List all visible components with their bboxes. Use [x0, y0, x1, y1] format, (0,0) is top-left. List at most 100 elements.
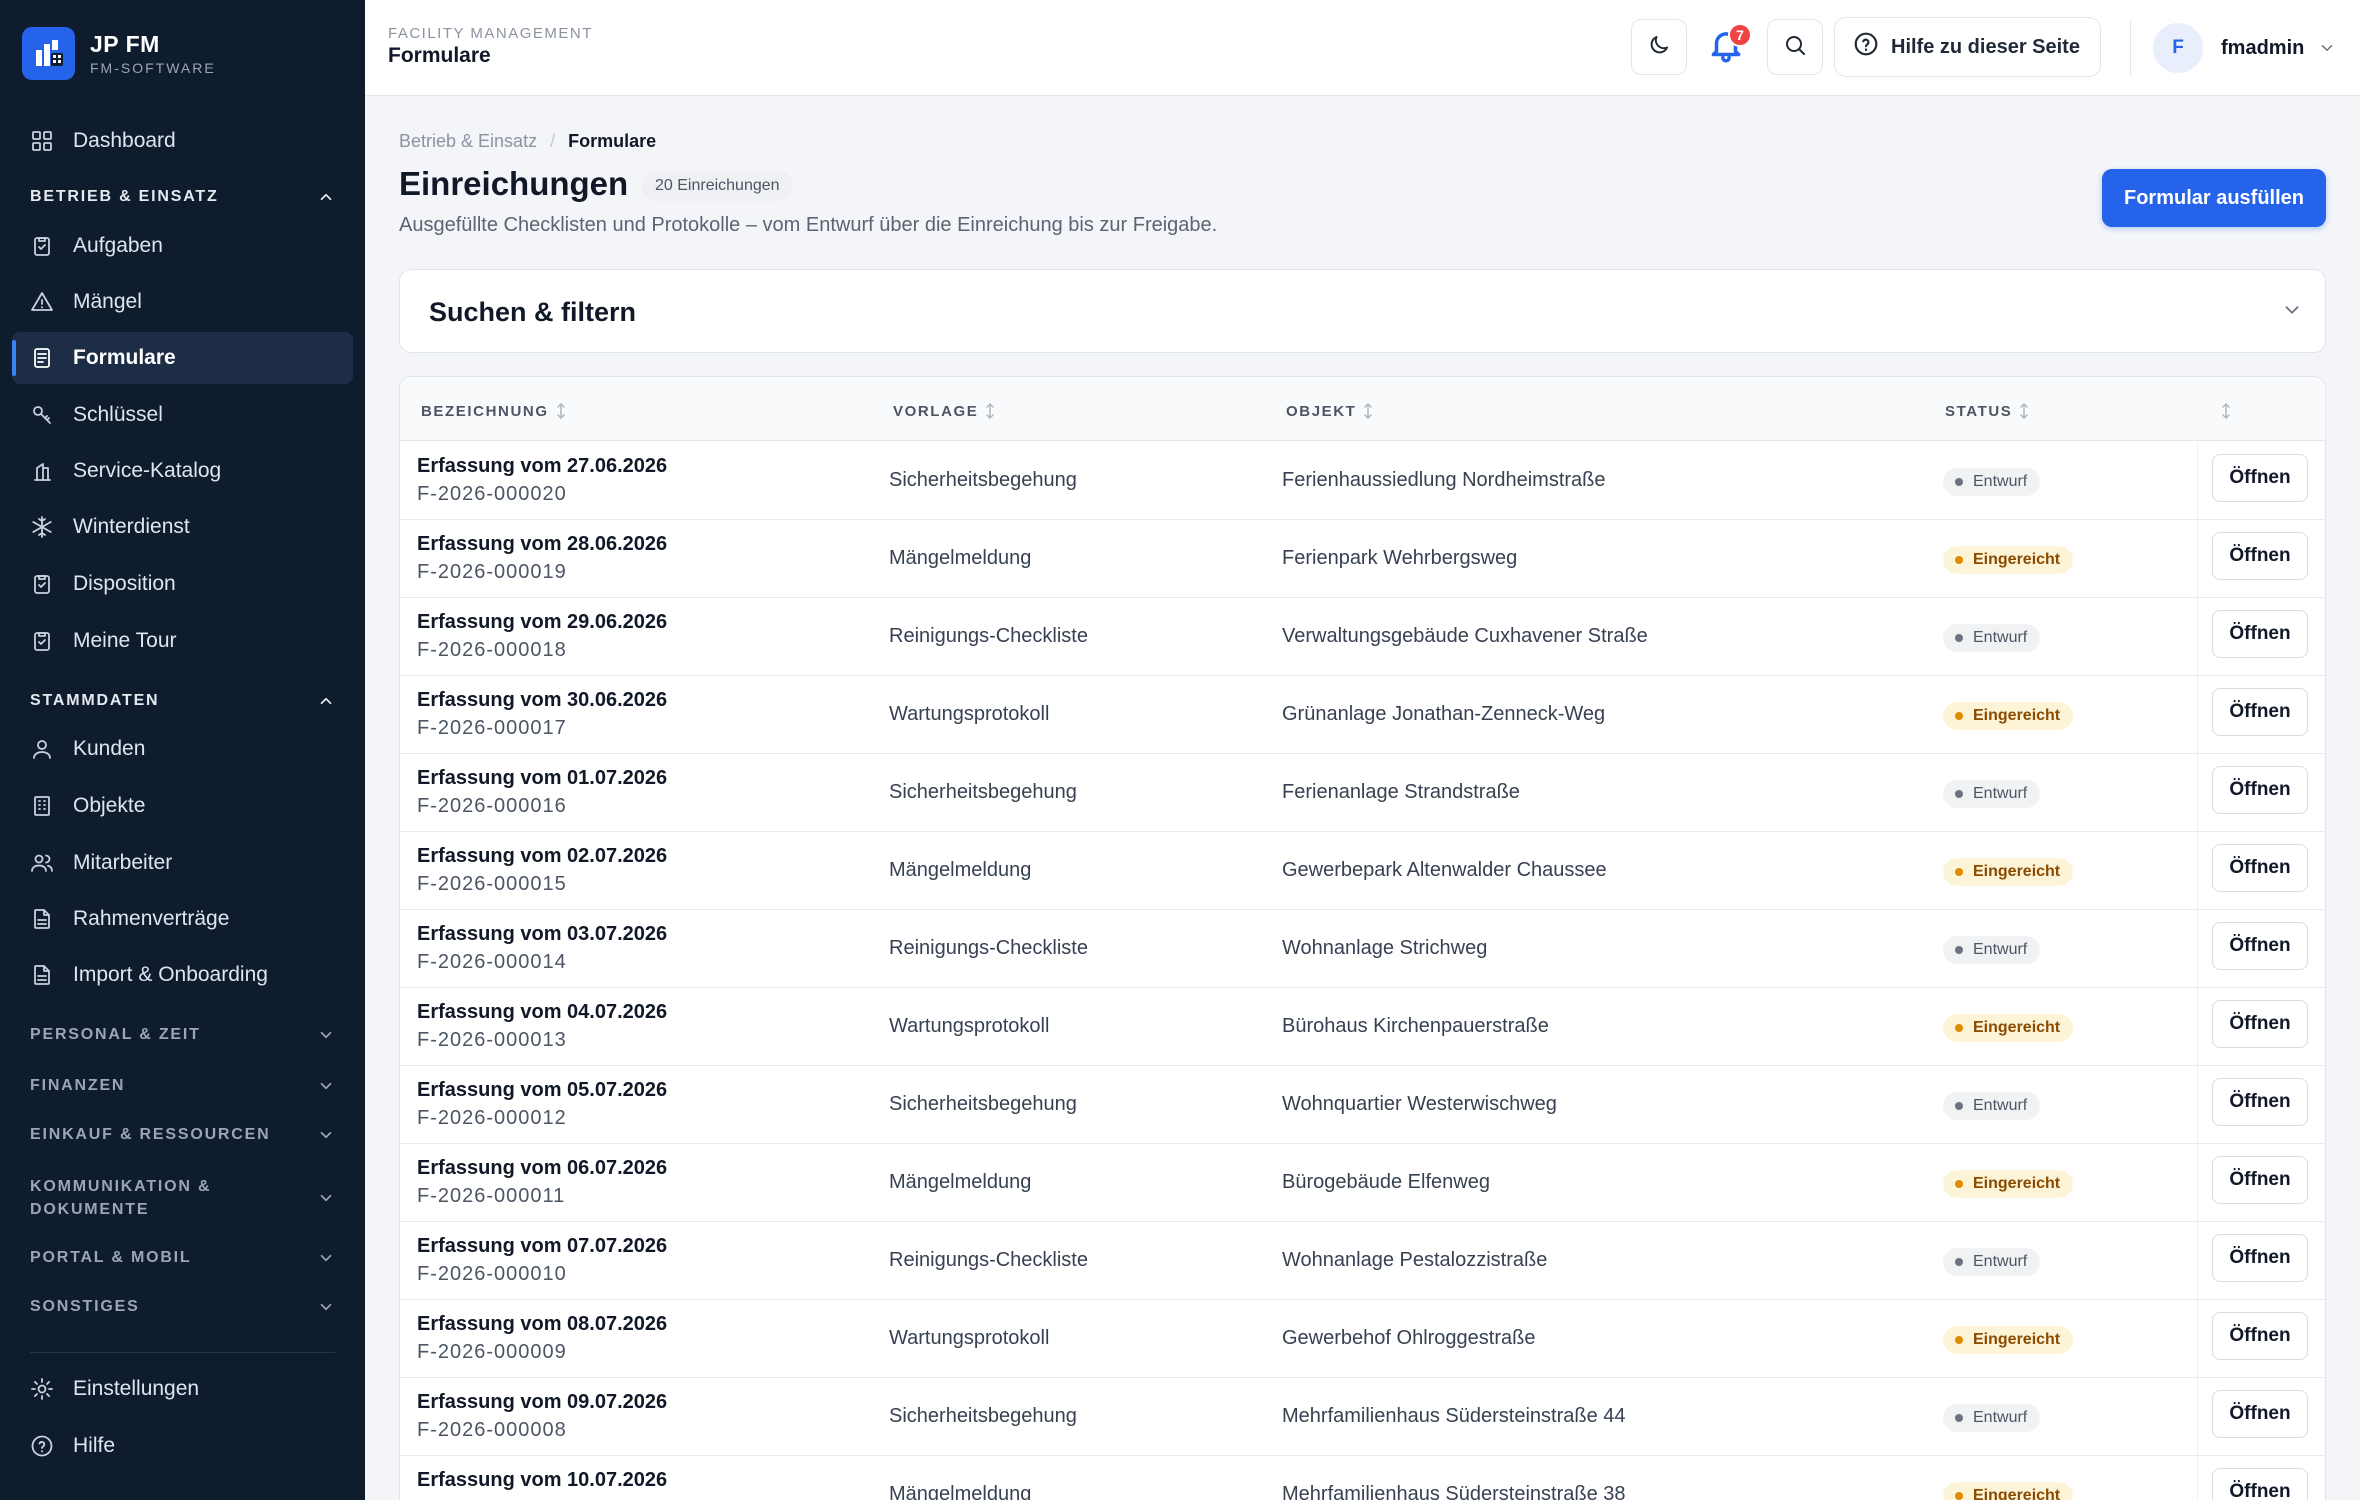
- sidebar-item-formulare[interactable]: Formulare: [12, 332, 353, 384]
- status-label: Eingereicht: [1973, 1019, 2061, 1036]
- sidebar-item-rahmenvertraege[interactable]: Rahmenverträge: [12, 893, 353, 945]
- column-header-objekt[interactable]: OBJEKT: [1286, 401, 1374, 421]
- submission-code: F-2026-000018: [417, 639, 567, 661]
- property-name: Mehrfamilienhaus Südersteinstraße 38: [1282, 1483, 1626, 1500]
- page-help-button[interactable]: Hilfe zu dieser Seite: [1834, 17, 2101, 77]
- open-button[interactable]: Öffnen: [2197, 989, 2308, 1067]
- section-portal-mobil[interactable]: PORTAL & MOBIL: [30, 1249, 335, 1267]
- template-name: Mängelmeldung: [889, 547, 1032, 569]
- section-label: PERSONAL & ZEIT: [30, 1026, 201, 1043]
- submission-code: F-2026-000012: [417, 1107, 567, 1129]
- table-row[interactable]: Erfassung vom 08.07.2026 F-2026-000009 War…: [400, 1300, 2325, 1379]
- section-einkauf-ressourcen[interactable]: EINKAUF & RESSOURCEN: [30, 1126, 335, 1144]
- template-name: Mängelmeldung: [889, 859, 1032, 881]
- search-button[interactable]: [1767, 19, 1823, 75]
- sidebar-item-aufgaben[interactable]: Aufgaben: [12, 220, 353, 272]
- sidebar-item-label: Import & Onboarding: [73, 963, 268, 986]
- open-button[interactable]: Öffnen: [2197, 911, 2308, 989]
- sidebar-item-schluessel[interactable]: Schlüssel: [12, 389, 353, 441]
- table-row[interactable]: Erfassung vom 09.07.2026 F-2026-000008 Sic…: [400, 1378, 2325, 1457]
- sidebar-item-maengel[interactable]: Mängel: [12, 276, 353, 328]
- section-betrieb-einsatz[interactable]: BETRIEB & EINSATZ: [30, 188, 335, 206]
- table-row[interactable]: Erfassung vom 04.07.2026 F-2026-000013 War…: [400, 988, 2325, 1067]
- brand[interactable]: JP FM FM-SOFTWARE: [22, 26, 216, 80]
- open-button[interactable]: Öffnen: [2197, 599, 2308, 677]
- filter-panel[interactable]: Suchen & filtern: [399, 269, 2326, 353]
- section-personal-zeit[interactable]: PERSONAL & ZEIT: [30, 1026, 335, 1044]
- sidebar-item-service-katalog[interactable]: Service-Katalog: [12, 445, 353, 497]
- open-button[interactable]: Öffnen: [2197, 1067, 2308, 1145]
- notifications-button[interactable]: 7: [1698, 19, 1754, 75]
- submission-code: F-2026-000009: [417, 1341, 567, 1363]
- sidebar-item-label: Hilfe: [73, 1434, 116, 1457]
- chevron-up-icon: [317, 188, 335, 206]
- status-badge: Entwurf: [1943, 1248, 2041, 1276]
- table-row[interactable]: Erfassung vom 07.07.2026 F-2026-000010 Rei…: [400, 1222, 2325, 1301]
- sidebar-item-mitarbeiter[interactable]: Mitarbeiter: [12, 837, 353, 889]
- table-row[interactable]: Erfassung vom 05.07.2026 F-2026-000012 Sic…: [400, 1066, 2325, 1145]
- sidebar-item-hilfe[interactable]: Hilfe: [12, 1420, 353, 1472]
- sidebar-item-einstellungen[interactable]: Einstellungen: [12, 1363, 353, 1415]
- table-row[interactable]: Erfassung vom 02.07.2026 F-2026-000015 Män…: [400, 832, 2325, 911]
- column-header-vorlage[interactable]: VORLAGE: [893, 401, 996, 421]
- sidebar-item-disposition[interactable]: Disposition: [12, 558, 353, 610]
- submissions-table: BEZEICHNUNG VORLAGE OBJEKT STATUS Erfass…: [399, 376, 2326, 1500]
- table-row[interactable]: Erfassung vom 06.07.2026 F-2026-000011 Män…: [400, 1144, 2325, 1223]
- open-button[interactable]: Öffnen: [2197, 1457, 2308, 1500]
- column-header-actions[interactable]: [2214, 401, 2232, 421]
- column-header-status[interactable]: STATUS: [1945, 401, 2030, 421]
- open-button[interactable]: Öffnen: [2197, 833, 2308, 911]
- property-name: Grünanlage Jonathan-Zenneck-Weg: [1282, 703, 1606, 725]
- moon-icon: [1647, 33, 1671, 62]
- table-row[interactable]: Erfassung vom 30.06.2026 F-2026-000017 War…: [400, 676, 2325, 755]
- section-sonstiges[interactable]: SONSTIGES: [30, 1298, 335, 1316]
- status-badge: Entwurf: [1943, 468, 2041, 496]
- open-button[interactable]: Öffnen: [2197, 1145, 2308, 1223]
- property-name: Mehrfamilienhaus Südersteinstraße 44: [1282, 1405, 1626, 1427]
- user-menu[interactable]: F fmadmin: [2153, 20, 2336, 76]
- page-subtitle: Ausgefüllte Checklisten und Protokolle –…: [399, 214, 1218, 236]
- fill-form-button[interactable]: Formular ausfüllen: [2102, 169, 2326, 227]
- section-finanzen[interactable]: FINANZEN: [30, 1077, 335, 1095]
- sidebar-item-import-onboarding[interactable]: Import & Onboarding: [12, 949, 353, 1001]
- open-button[interactable]: Öffnen: [2197, 677, 2308, 755]
- breadcrumb: Betrieb & Einsatz / Formulare: [399, 131, 656, 152]
- sidebar-item-meine-tour[interactable]: Meine Tour: [12, 615, 353, 667]
- table-row[interactable]: Erfassung vom 29.06.2026 F-2026-000018 Rei…: [400, 598, 2325, 677]
- template-name: Mängelmeldung: [889, 1171, 1032, 1193]
- theme-toggle-button[interactable]: [1631, 19, 1687, 75]
- property-name: Ferienhaussiedlung Nordheimstraße: [1282, 469, 1606, 491]
- open-button[interactable]: Öffnen: [2197, 1301, 2308, 1379]
- submission-code: F-2026-000019: [417, 561, 567, 583]
- table-row[interactable]: Erfassung vom 28.06.2026 F-2026-000019 Män…: [400, 520, 2325, 599]
- template-name: Reinigungs-Checkliste: [889, 937, 1088, 959]
- sidebar-item-winterdienst[interactable]: Winterdienst: [12, 501, 353, 553]
- brand-subtitle: FM-SOFTWARE: [90, 59, 216, 76]
- table-row[interactable]: Erfassung vom 03.07.2026 F-2026-000014 Rei…: [400, 910, 2325, 989]
- table-row[interactable]: Erfassung vom 10.07.2026F-2026-000007Män…: [400, 1456, 2325, 1500]
- sort-icon: [2220, 401, 2232, 421]
- sidebar-item-dashboard[interactable]: Dashboard: [12, 115, 353, 167]
- open-button[interactable]: Öffnen: [2197, 521, 2308, 599]
- submission-title: Erfassung vom 01.07.2026: [417, 767, 668, 789]
- submission-code: F-2026-000014: [417, 951, 567, 973]
- open-button[interactable]: Öffnen: [2197, 1223, 2308, 1301]
- open-button[interactable]: Öffnen: [2197, 755, 2308, 833]
- table-row[interactable]: Erfassung vom 01.07.2026 F-2026-000016 Sic…: [400, 754, 2325, 833]
- table-row[interactable]: Erfassung vom 27.06.2026 F-2026-000020 Sic…: [400, 442, 2325, 521]
- column-header-bezeichnung[interactable]: BEZEICHNUNG: [421, 401, 567, 421]
- page-title: Einreichungen: [399, 165, 629, 202]
- status-dot: [1955, 1024, 1963, 1032]
- template-name: Sicherheitsbegehung: [889, 1093, 1077, 1115]
- sidebar-item-kunden[interactable]: Kunden: [12, 723, 353, 775]
- section-kommunikation-dokumente[interactable]: KOMMUNIKATION & DOKUMENTE: [30, 1175, 335, 1221]
- sidebar-item-label: Service-Katalog: [73, 459, 222, 482]
- breadcrumb-link[interactable]: Betrieb & Einsatz: [399, 131, 537, 152]
- open-button[interactable]: Öffnen: [2197, 1379, 2308, 1457]
- section-stammdaten[interactable]: STAMMDATEN: [30, 692, 335, 710]
- sidebar-item-objekte[interactable]: Objekte: [12, 780, 353, 832]
- template-name: Wartungsprotokoll: [889, 1327, 1050, 1349]
- submission-code: F-2026-000016: [417, 795, 567, 817]
- open-button[interactable]: Öffnen: [2197, 443, 2308, 521]
- sidebar-item-label: Formulare: [73, 346, 176, 369]
